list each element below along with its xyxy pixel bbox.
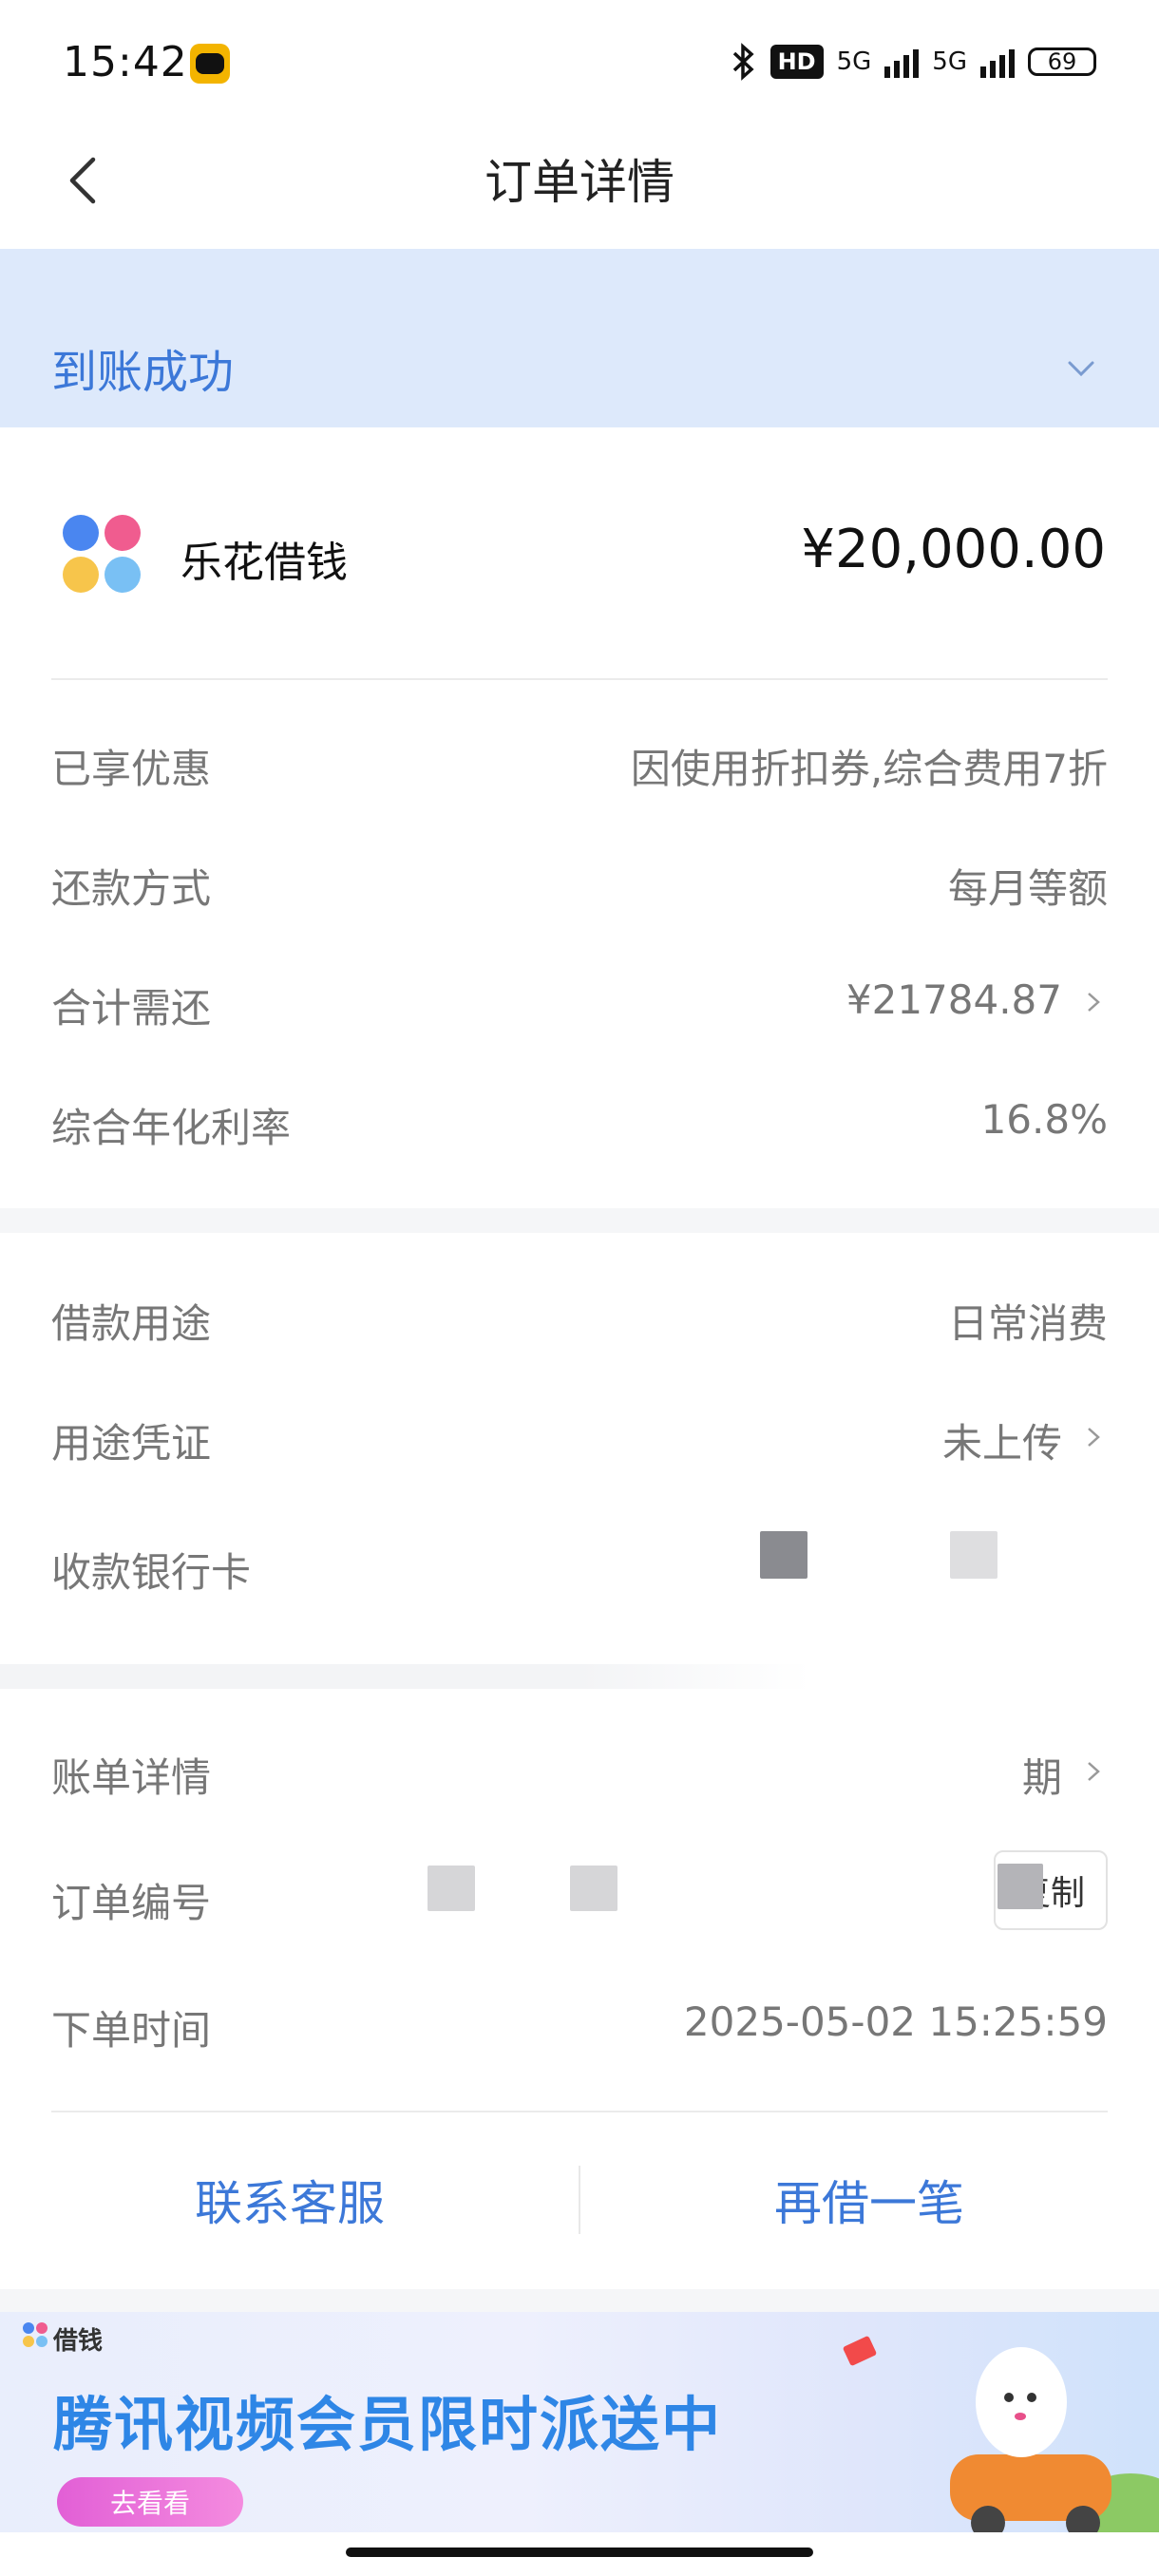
row-value-repay-method: 每月等额: [947, 865, 1108, 912]
section-separator: [0, 1664, 1159, 1689]
row-label-bank-card: 收款银行卡: [51, 1549, 252, 1596]
promo-go-button[interactable]: 去看看: [57, 2477, 243, 2527]
product-name: 乐花借钱: [180, 539, 348, 587]
borrow-again-button[interactable]: 再借一笔: [580, 2166, 1159, 2234]
signal-bars-2-icon: [980, 46, 1015, 78]
promo-title: 腾讯视频会员限时派送中: [53, 2390, 723, 2459]
row-label-discount: 已享优惠: [51, 746, 212, 792]
divider: [51, 678, 1108, 680]
redacted-overlay: [998, 1864, 1043, 1909]
bluetooth-icon: [732, 43, 754, 81]
row-value-apr: 16.8%: [980, 1096, 1108, 1143]
signal-label-1: 5G: [836, 47, 872, 76]
battery-icon: 69: [1028, 47, 1096, 76]
redacted-bank-card: [760, 1531, 808, 1579]
row-label-bill: 账单详情: [51, 1754, 212, 1801]
brand-logo-icon: [23, 2322, 48, 2347]
notification-app-icon: [190, 44, 230, 84]
status-time: 15:42: [63, 38, 188, 86]
contact-service-button[interactable]: 联系客服: [0, 2166, 580, 2234]
row-value-order-time: 2025-05-02 15:25:59: [683, 1998, 1108, 2045]
row-label-proof: 用途凭证: [51, 1420, 212, 1467]
row-value-total-repay[interactable]: ¥21784.87: [846, 976, 1062, 1023]
chevron-down-icon[interactable]: [1064, 351, 1098, 386]
promo-illustration: [843, 2336, 1159, 2532]
redacted-bank-card: [950, 1531, 998, 1579]
row-label-repay-method: 还款方式: [51, 865, 212, 912]
row-label-order-time: 下单时间: [51, 2007, 212, 2054]
redacted-order-number: [570, 1866, 618, 1911]
section-separator: [0, 2289, 1159, 2312]
product-logo-icon: [63, 515, 142, 595]
hd-badge: HD: [770, 45, 824, 79]
promo-brand: 借钱: [53, 2327, 104, 2356]
status-icons: HD 5G 5G 69: [729, 38, 1096, 85]
row-label-order-number: 订单编号: [51, 1880, 212, 1926]
redacted-order-number: [428, 1866, 475, 1911]
home-indicator[interactable]: [346, 2548, 813, 2557]
row-value-proof[interactable]: 未上传: [942, 1411, 1062, 1469]
row-label-total-repay: 合计需还: [51, 985, 212, 1032]
section-separator: [0, 1208, 1159, 1233]
chevron-right-icon[interactable]: [1083, 1761, 1104, 1782]
divider: [51, 2111, 1108, 2112]
row-label-purpose: 借款用途: [51, 1300, 212, 1347]
loan-amount: ¥20,000.00: [801, 519, 1106, 580]
row-label-apr: 综合年化利率: [51, 1105, 292, 1151]
chevron-right-icon[interactable]: [1083, 1427, 1104, 1448]
row-value-discount: 因使用折扣券,综合费用7折: [630, 746, 1108, 792]
status-banner-text: 到账成功: [51, 346, 235, 399]
row-value-purpose: 日常消费: [947, 1300, 1108, 1347]
chevron-right-icon[interactable]: [1083, 992, 1104, 1013]
signal-bars-1-icon: [884, 46, 920, 78]
signal-label-2: 5G: [932, 47, 967, 76]
page-title: 订单详情: [484, 155, 674, 210]
row-value-bill[interactable]: 期: [1022, 1746, 1062, 1804]
